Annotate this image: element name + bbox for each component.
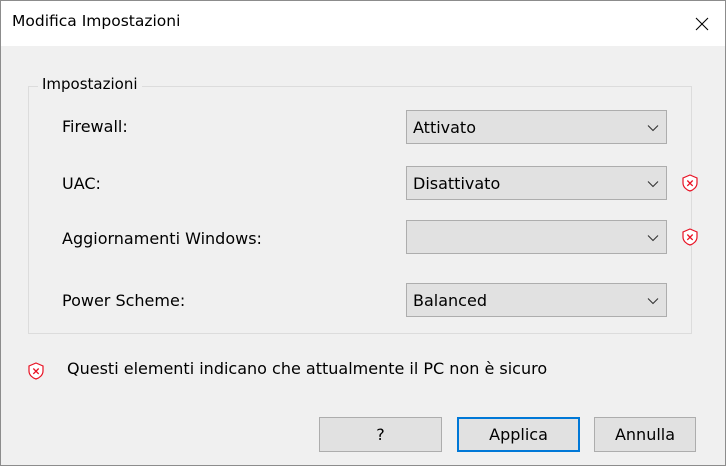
groupbox-title: Impostazioni (38, 75, 142, 93)
chevron-down-icon (647, 235, 659, 242)
firewall-label: Firewall: (62, 117, 128, 136)
chevron-down-icon (647, 181, 659, 188)
power-scheme-label: Power Scheme: (62, 291, 186, 310)
power-scheme-select[interactable]: Balanced (406, 283, 667, 317)
apply-button[interactable]: Applica (457, 417, 580, 452)
warning-shield-icon (28, 362, 44, 380)
windows-updates-label: Aggiornamenti Windows: (62, 229, 262, 248)
settings-dialog: Modifica Impostazioni Impostazioni Firew… (0, 0, 726, 466)
firewall-select[interactable]: Attivato (406, 110, 667, 144)
windows-updates-select[interactable] (406, 220, 667, 254)
title-bar: Modifica Impostazioni (1, 1, 725, 46)
chevron-down-icon (647, 298, 659, 305)
cancel-button[interactable]: Annulla (594, 417, 696, 452)
power-scheme-value: Balanced (413, 291, 487, 310)
uac-label: UAC: (62, 174, 101, 193)
close-button[interactable] (679, 1, 725, 46)
firewall-value: Attivato (413, 118, 476, 137)
warning-shield-icon (682, 174, 698, 192)
uac-select[interactable]: Disattivato (406, 166, 667, 200)
chevron-down-icon (647, 125, 659, 132)
warning-shield-icon (682, 228, 698, 246)
close-icon (695, 17, 709, 30)
uac-value: Disattivato (413, 174, 501, 193)
window-title: Modifica Impostazioni (12, 12, 181, 30)
help-button[interactable]: ? (319, 417, 442, 452)
security-info-text: Questi elementi indicano che attualmente… (67, 359, 548, 378)
